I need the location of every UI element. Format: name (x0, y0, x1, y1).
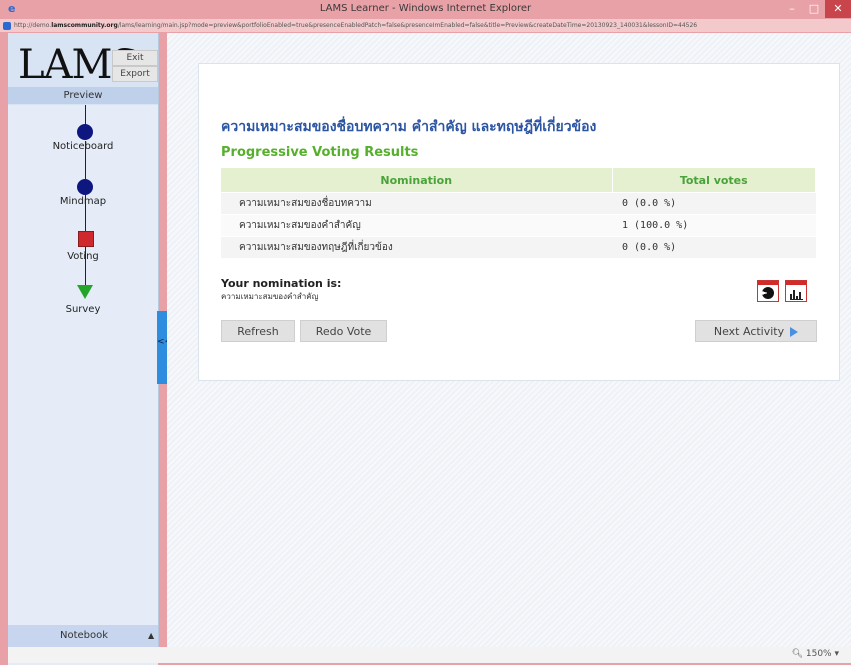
refresh-button[interactable]: Refresh (221, 320, 295, 342)
status-bar: 🔍︎ 150% ▾ (8, 647, 851, 663)
column-header-nomination: Nomination (221, 168, 613, 193)
url-prefix: http://demo. (14, 22, 52, 29)
your-nomination-value: ความเหมาะสมของคำสำคัญ (221, 292, 319, 301)
activity-sequence: Noticeboard Mindmap Voting Survey (8, 105, 158, 665)
button-header-strip (758, 281, 778, 285)
results-heading: Progressive Voting Results (221, 145, 419, 160)
table-header-row: Nomination Total votes (221, 168, 816, 193)
page-title: ความเหมาะสมของชื่อบทความ คำสำคัญ และทฤษฎ… (221, 119, 597, 135)
redo-vote-button[interactable]: Redo Vote (300, 320, 387, 342)
results-table: Nomination Total votes ความเหมาะสมของชื่… (221, 168, 816, 259)
expand-up-icon[interactable]: ▲ (148, 625, 154, 647)
voting-activity-icon[interactable] (78, 231, 94, 247)
window-titlebar: e LAMS Learner - Windows Internet Explor… (0, 0, 851, 19)
bar-chart-button[interactable] (785, 280, 807, 302)
pie-chart-button[interactable] (757, 280, 779, 302)
play-arrow-icon (790, 327, 799, 337)
votes-cell: 0 (0.0 %) (612, 236, 816, 259)
pie-chart-icon (762, 287, 774, 299)
notebook-bar[interactable]: Notebook ▲ (8, 625, 158, 647)
preview-bar: Preview (8, 87, 158, 104)
table-row: ความเหมาะสมของชื่อบทความ 0 (0.0 %) (221, 192, 816, 215)
address-bar[interactable]: http://demo.lamscommunity.org/lams/learn… (0, 19, 851, 32)
collapse-sidebar-button[interactable]: << (157, 311, 172, 384)
url-path: /lams/learning/main.jsp?mode=preview&por… (117, 22, 698, 29)
zoom-icon: 🔍︎ (791, 649, 806, 659)
activity-label-survey[interactable]: Survey (8, 304, 158, 315)
your-nomination-label: Your nomination is: (221, 277, 342, 290)
voting-results-panel: ความเหมาะสมของชื่อบทความ คำสำคัญ และทฤษฎ… (198, 63, 840, 381)
next-activity-label: Next Activity (713, 325, 785, 338)
sequence-sidebar: LAMS Exit Export Preview Noticeboard Min… (8, 33, 159, 665)
notebook-label: Notebook (60, 630, 109, 641)
bar-chart-icon (790, 289, 803, 300)
noticeboard-activity-icon[interactable] (77, 124, 93, 140)
button-header-strip (786, 281, 806, 285)
votes-cell: 0 (0.0 %) (612, 192, 816, 215)
mindmap-activity-icon[interactable] (77, 179, 93, 195)
activity-label-mindmap[interactable]: Mindmap (8, 196, 158, 207)
nomination-cell: ความเหมาะสมของชื่อบทความ (221, 192, 612, 215)
column-header-total-votes: Total votes (612, 168, 816, 193)
votes-cell: 1 (100.0 %) (612, 214, 816, 237)
window-controls: – □ ✕ (781, 0, 851, 19)
zoom-level[interactable]: 🔍︎ 150% ▾ (792, 649, 839, 659)
export-button[interactable]: Export (112, 66, 158, 82)
nomination-cell: ความเหมาะสมของคำสำคัญ (221, 214, 612, 237)
activity-label-noticeboard[interactable]: Noticeboard (8, 141, 158, 152)
zoom-value: 150% (805, 649, 832, 659)
activity-label-voting[interactable]: Voting (8, 251, 158, 262)
next-activity-button[interactable]: Next Activity (695, 320, 817, 342)
survey-activity-icon[interactable] (77, 285, 93, 299)
close-icon[interactable]: ✕ (825, 0, 851, 18)
window-title: LAMS Learner - Windows Internet Explorer (319, 3, 532, 14)
url-domain: lamscommunity.org (51, 22, 118, 29)
maximize-icon[interactable]: □ (803, 0, 825, 18)
sequence-connector (85, 105, 86, 125)
main-content: ความเหมาะสมของชื่อบทความ คำสำคัญ และทฤษฎ… (167, 33, 851, 647)
table-row: ความเหมาะสมของทฤษฎีที่เกี่ยวข้อง 0 (0.0 … (221, 236, 816, 259)
table-row: ความเหมาะสมของคำสำคัญ 1 (100.0 %) (221, 214, 816, 237)
minimize-icon[interactable]: – (781, 0, 803, 18)
page-favicon-icon (3, 21, 11, 30)
nomination-cell: ความเหมาะสมของทฤษฎีที่เกี่ยวข้อง (221, 236, 612, 259)
exit-button[interactable]: Exit (112, 50, 158, 66)
